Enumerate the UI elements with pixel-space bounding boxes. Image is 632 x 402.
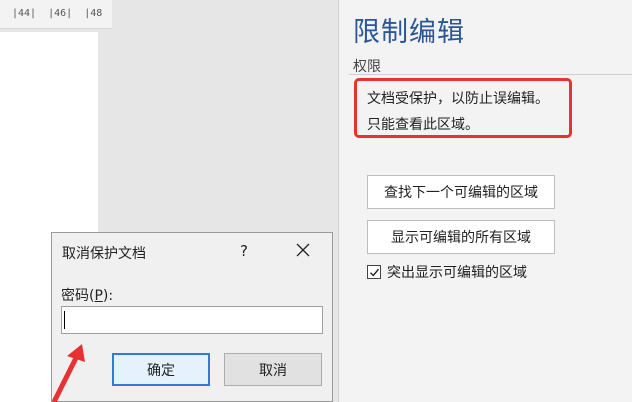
- pane-title: 限制编辑: [353, 17, 465, 48]
- restrict-editing-pane: 限制编辑 权限 文档受保护，以防止误编辑。 只能查看此区域。 查找下一个可编辑的…: [338, 0, 632, 402]
- permissions-section-label: 权限: [353, 59, 381, 75]
- highlight-editable-regions-label: 突出显示可编辑的区域: [387, 265, 527, 281]
- permission-detail-text: 只能查看此区域。: [367, 117, 479, 133]
- password-input[interactable]: [61, 306, 323, 334]
- cancel-button[interactable]: 取消: [224, 353, 322, 386]
- highlight-editable-regions-option[interactable]: 突出显示可编辑的区域: [367, 262, 527, 282]
- unprotect-document-dialog: 取消保护文档 ? 密码(P): 确定 取消: [51, 232, 333, 402]
- help-button[interactable]: ?: [240, 242, 248, 260]
- password-label-prefix: 密码(: [61, 288, 95, 304]
- text-cursor: [64, 311, 65, 329]
- annotation-arrow-icon: [51, 344, 85, 402]
- dialog-close-button[interactable]: [294, 241, 312, 259]
- close-icon: [296, 243, 310, 257]
- find-next-editable-region-button[interactable]: 查找下一个可编辑的区域: [367, 175, 555, 209]
- password-access-key: P: [94, 288, 103, 304]
- highlight-editable-regions-checkbox[interactable]: [367, 265, 381, 279]
- checkmark-icon: [369, 268, 379, 277]
- ruler-marks: |44| |46| |48: [12, 8, 103, 19]
- permission-status-text: 文档受保护，以防止误编辑。: [367, 91, 549, 107]
- password-label: 密码(P):: [61, 285, 113, 305]
- password-label-suffix: ):: [102, 288, 114, 304]
- show-all-editable-regions-button[interactable]: 显示可编辑的所有区域: [367, 220, 555, 254]
- section-divider: [349, 74, 632, 75]
- dialog-title: 取消保护文档: [62, 246, 146, 262]
- ruler: |44| |46| |48: [0, 0, 112, 29]
- ok-button[interactable]: 确定: [112, 353, 210, 386]
